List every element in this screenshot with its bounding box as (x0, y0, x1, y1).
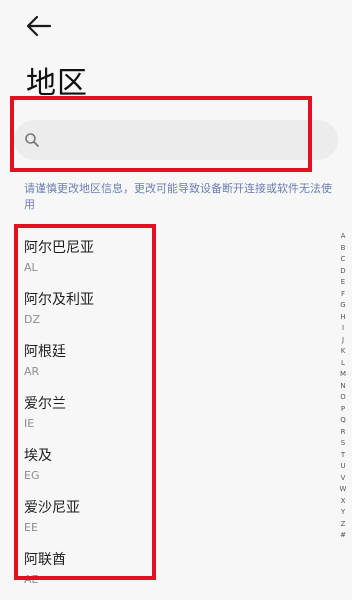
alphabet-index-letter[interactable]: J (336, 335, 350, 347)
alphabet-index-letter[interactable]: V (336, 473, 350, 485)
alphabet-index-letter[interactable]: U (336, 461, 350, 473)
alphabet-index-letter[interactable]: X (336, 496, 350, 508)
alphabet-index-letter[interactable]: M (336, 369, 350, 381)
alphabet-index-letter[interactable]: N (336, 381, 350, 393)
alphabet-index[interactable]: A B C D E F G H I J K L M N O P Q R S T U V W X Y Z # (336, 231, 350, 542)
alphabet-index-letter[interactable]: I (336, 323, 350, 335)
alphabet-index-letter[interactable]: D (336, 266, 350, 278)
back-button[interactable] (24, 12, 54, 40)
region-warning-text: 请谨慎更改地区信息，更改可能导致设备断开连接或软件无法使用 (24, 182, 332, 211)
region-list-highlight-box (14, 224, 156, 580)
alphabet-index-letter[interactable]: # (336, 530, 350, 542)
alphabet-index-letter[interactable]: Y (336, 507, 350, 519)
alphabet-index-letter[interactable]: S (336, 438, 350, 450)
alphabet-index-letter[interactable]: A (336, 231, 350, 243)
alphabet-index-letter[interactable]: O (336, 392, 350, 404)
alphabet-index-letter[interactable]: T (336, 450, 350, 462)
alphabet-index-letter[interactable]: E (336, 277, 350, 289)
alphabet-index-letter[interactable]: F (336, 289, 350, 301)
alphabet-index-letter[interactable]: B (336, 243, 350, 255)
search-highlight-box (10, 96, 312, 172)
alphabet-index-letter[interactable]: Z (336, 519, 350, 531)
alphabet-index-letter[interactable]: G (336, 300, 350, 312)
alphabet-index-letter[interactable]: W (336, 484, 350, 496)
alphabet-index-letter[interactable]: K (336, 346, 350, 358)
alphabet-index-letter[interactable]: R (336, 427, 350, 439)
arrow-left-icon (26, 15, 52, 37)
alphabet-index-letter[interactable]: Q (336, 415, 350, 427)
alphabet-index-letter[interactable]: P (336, 404, 350, 416)
alphabet-index-letter[interactable]: H (336, 312, 350, 324)
alphabet-index-letter[interactable]: L (336, 358, 350, 370)
alphabet-index-letter[interactable]: C (336, 254, 350, 266)
